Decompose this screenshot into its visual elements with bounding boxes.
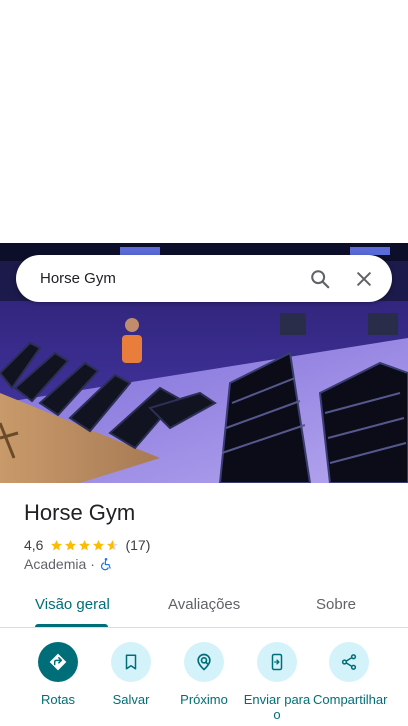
star-icon	[79, 539, 91, 550]
wheelchair-accessible-icon	[100, 558, 111, 571]
save-button[interactable]: Salvar	[95, 642, 167, 707]
nearby-button[interactable]: Próximo	[168, 642, 240, 707]
directions-icon	[49, 653, 67, 671]
save-button-circle	[111, 642, 151, 682]
star-icon	[93, 539, 105, 550]
star-icon	[51, 539, 63, 550]
close-icon	[357, 271, 371, 286]
share-button-circle	[329, 642, 369, 682]
send-to-phone-button[interactable]: Enviar para o	[241, 642, 313, 722]
rating-stars	[50, 539, 120, 552]
place-tabs: Visão geral Avaliações Sobre	[0, 586, 408, 628]
share-icon	[341, 654, 357, 670]
bookmark-icon	[125, 654, 137, 670]
star-icon	[65, 539, 77, 550]
clear-search-button[interactable]	[342, 257, 386, 301]
directions-label: Rotas	[41, 692, 75, 707]
search-icon	[311, 269, 330, 288]
map-blank-area	[0, 0, 408, 243]
tab-about[interactable]: Sobre	[316, 596, 356, 613]
separator-dot: ·	[90, 556, 95, 572]
directions-button-circle	[38, 642, 78, 682]
share-label: Compartilhar	[313, 692, 388, 707]
rating-row[interactable]: 4,6 (17)	[24, 536, 150, 554]
active-tab-indicator	[35, 624, 108, 627]
search-button[interactable]	[298, 257, 342, 301]
place-category: Academia	[24, 556, 87, 572]
save-label: Salvar	[112, 692, 150, 707]
send-to-phone-button-circle	[257, 642, 297, 682]
category-row: Academia ·	[24, 556, 113, 572]
star-icon	[107, 539, 119, 550]
place-title: Horse Gym	[24, 500, 136, 525]
search-input[interactable]: Horse Gym	[40, 270, 298, 287]
tab-reviews[interactable]: Avaliações	[168, 596, 240, 613]
search-bar[interactable]: Horse Gym	[16, 255, 392, 302]
directions-button[interactable]: Rotas	[22, 642, 94, 707]
share-button[interactable]: Compartilhar	[313, 642, 388, 707]
review-count: (17)	[125, 537, 151, 553]
nearby-icon	[197, 653, 211, 671]
send-to-phone-icon	[271, 653, 283, 671]
action-buttons: Rotas Salvar Próximo Enviar para o Compa…	[0, 640, 408, 726]
nearby-button-circle	[184, 642, 224, 682]
send-to-phone-label: Enviar para o	[243, 692, 311, 722]
rating-value: 4,6	[24, 537, 44, 553]
nearby-label: Próximo	[180, 692, 228, 707]
tab-overview[interactable]: Visão geral	[35, 596, 110, 613]
